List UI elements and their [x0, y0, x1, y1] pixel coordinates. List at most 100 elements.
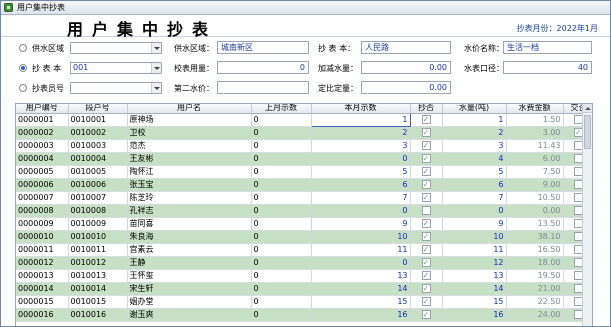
table-row[interactable]: 00000060010006张玉宝0669.00	[16, 178, 592, 192]
page-title: 用户集中抄表	[67, 20, 218, 39]
table-row[interactable]: 00000090010009苗同喜09913.50	[16, 217, 592, 231]
cell-user-name: 孔祥志	[127, 204, 252, 218]
cell-water: 7	[442, 191, 507, 205]
col-segment[interactable]: 段户号	[68, 104, 128, 114]
usage-field[interactable]: 0	[217, 61, 309, 74]
cell-current-reading[interactable]: 15	[311, 295, 411, 309]
cell-fee: 10.50	[506, 191, 564, 205]
read-checkbox[interactable]	[421, 231, 431, 242]
col-user-name[interactable]: 用户名	[127, 104, 252, 114]
window-title: 用户集中抄表	[17, 3, 65, 12]
cell-user-id: 0000006	[16, 178, 69, 192]
read-checkbox[interactable]	[421, 244, 431, 255]
col-read[interactable]: 抄否	[410, 104, 443, 114]
table-row[interactable]: 00000040010004王友彬0046.00	[16, 152, 592, 166]
read-cell	[410, 230, 443, 244]
second-price-field[interactable]	[217, 81, 309, 94]
scroll-up-icon[interactable]	[583, 104, 592, 113]
col-current-reading[interactable]: 本月示数	[311, 104, 411, 114]
cell-current-reading[interactable]: 0	[311, 204, 411, 218]
table-row[interactable]: 00000140010014宋生轩0141421.00	[16, 282, 592, 296]
area-field[interactable]: 城南新区	[217, 41, 309, 54]
cell-user-id: 0000011	[16, 243, 69, 257]
cell-current-reading[interactable]: 13	[311, 269, 411, 283]
cell-current-reading[interactable]: 3	[311, 139, 411, 153]
read-checkbox[interactable]	[421, 127, 431, 138]
read-checkbox[interactable]	[421, 153, 431, 164]
table-row[interactable]: 00000120010012王静001218.00	[16, 256, 592, 270]
fixed-field[interactable]: 0.00	[361, 81, 451, 94]
chevron-down-icon	[151, 63, 161, 73]
col-last-reading[interactable]: 上月示数	[251, 104, 312, 114]
read-checkbox[interactable]	[421, 309, 431, 320]
cell-user-name: 王友彬	[127, 152, 252, 166]
read-cell	[410, 139, 443, 153]
read-cell	[410, 308, 443, 322]
table-row[interactable]: 00000070010007陈芝玲07710.50	[16, 191, 592, 205]
read-checkbox[interactable]	[421, 257, 431, 268]
read-checkbox[interactable]	[421, 192, 431, 203]
read-checkbox[interactable]	[421, 166, 431, 177]
cell-fee: 22.50	[506, 295, 564, 309]
read-cell	[410, 256, 443, 270]
table-row[interactable]: 0000008 0010008 孔祥志 0 0 0 0.00	[16, 204, 592, 218]
table-row[interactable]: 00000110010011宫素云0111116.50	[16, 243, 592, 257]
cell-user-id: 0000016	[16, 308, 69, 322]
table-row[interactable]: 00000150010015姻办堂0151522.50	[16, 295, 592, 309]
cell-current-reading[interactable]: 14	[311, 282, 411, 296]
read-checkbox[interactable]	[421, 270, 431, 281]
radio-meter-book[interactable]	[19, 64, 27, 72]
cell-current-reading[interactable]: 11	[311, 243, 411, 257]
table-row[interactable]: 00000020010002卫校0223.00	[16, 126, 592, 140]
title-bar: 用户集中抄表	[1, 1, 610, 15]
cell-current-reading[interactable]: 1	[310, 112, 411, 127]
cell-current-reading[interactable]: 10	[311, 230, 411, 244]
cell-current-reading[interactable]: 9	[311, 217, 411, 231]
read-checkbox[interactable]	[421, 283, 431, 294]
table-row[interactable]: 00000030010003范杰03311.43	[16, 139, 592, 153]
surcharge-field[interactable]: 0.00	[361, 61, 451, 74]
read-checkbox[interactable]	[421, 140, 431, 151]
meter-book-select[interactable]: 001	[70, 62, 162, 74]
cell-water: 14	[442, 282, 507, 296]
cell-segment: 0010009	[68, 217, 128, 231]
vertical-scrollbar[interactable]	[582, 104, 592, 326]
table-row[interactable]: 00000130010013王怀玺0131319.50	[16, 269, 592, 283]
cell-water: 10	[442, 230, 507, 244]
table-row[interactable]: 00000100010010朱良海0101038.10	[16, 230, 592, 244]
cell-last-reading: 0	[251, 139, 312, 153]
read-cell	[410, 217, 443, 231]
cell-current-reading[interactable]: 6	[311, 178, 411, 192]
water-area-select[interactable]	[70, 42, 162, 54]
meter-book-value: 001	[73, 63, 89, 72]
price-field[interactable]: 生活一档	[503, 41, 592, 54]
read-checkbox[interactable]	[421, 206, 431, 215]
cell-current-reading[interactable]: 0	[311, 256, 411, 270]
caliber-field[interactable]: 40	[503, 61, 592, 74]
col-user-id[interactable]: 用户编号	[16, 104, 69, 114]
read-checkbox[interactable]	[421, 296, 431, 307]
cell-water: 6	[442, 178, 507, 192]
col-water[interactable]: 水量(吨)	[442, 104, 507, 114]
read-checkbox[interactable]	[421, 114, 431, 125]
book-field[interactable]: 人民路	[361, 41, 451, 54]
cell-user-name: 陶怀江	[127, 165, 252, 179]
read-checkbox[interactable]	[421, 179, 431, 190]
col-fee[interactable]: 水费金额	[506, 104, 564, 114]
cell-water: 2	[442, 126, 507, 140]
scroll-thumb[interactable]	[584, 115, 591, 149]
cell-current-reading[interactable]: 2	[311, 126, 411, 140]
cell-current-reading[interactable]: 0	[311, 152, 411, 166]
cell-current-reading[interactable]: 16	[311, 308, 411, 322]
radio-water-area[interactable]	[19, 44, 27, 52]
cell-current-reading[interactable]: 7	[311, 191, 411, 205]
table-row[interactable]: 00000160010016谢玉爽0161624.00	[16, 308, 592, 322]
radio-reader[interactable]	[19, 84, 27, 92]
read-checkbox[interactable]	[421, 218, 431, 229]
reader-select[interactable]	[70, 82, 162, 94]
table-row[interactable]: 00000010010001原神场0111.50	[16, 112, 592, 127]
cell-fee: 16.50	[506, 243, 564, 257]
table-row[interactable]: 00000050010005陶怀江0557.50	[16, 165, 592, 179]
cell-current-reading[interactable]: 5	[311, 165, 411, 179]
cell-segment: 0010016	[68, 308, 128, 322]
